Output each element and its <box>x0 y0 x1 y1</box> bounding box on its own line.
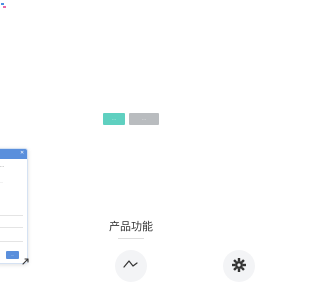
section-title: 产品功能 <box>109 220 153 233</box>
brand-logo[interactable] <box>0 2 7 9</box>
primary-button[interactable]: … <box>103 113 125 125</box>
feature-card-2[interactable] <box>223 250 255 282</box>
section-divider <box>118 238 144 239</box>
page: … … 产品功能 ✕ … … … <box>0 0 262 282</box>
logo-mark-blue <box>1 3 4 5</box>
gear-icon <box>232 258 246 272</box>
chat-widget[interactable]: ✕ … … … <box>0 148 28 264</box>
hero-actions: … … <box>103 113 159 125</box>
chat-send-button[interactable]: … <box>6 251 19 259</box>
feature-card-1[interactable] <box>115 250 147 282</box>
chat-divider <box>0 241 23 242</box>
secondary-button[interactable]: … <box>129 113 159 125</box>
chat-divider <box>0 227 23 228</box>
chat-divider <box>0 215 23 216</box>
line-trend-icon <box>123 260 138 268</box>
close-icon[interactable]: ✕ <box>20 151 24 156</box>
logo-mark-pink <box>3 6 6 8</box>
chat-subtext: … <box>0 180 3 184</box>
chat-message: … <box>0 163 4 168</box>
pointer-icon[interactable] <box>21 256 31 266</box>
